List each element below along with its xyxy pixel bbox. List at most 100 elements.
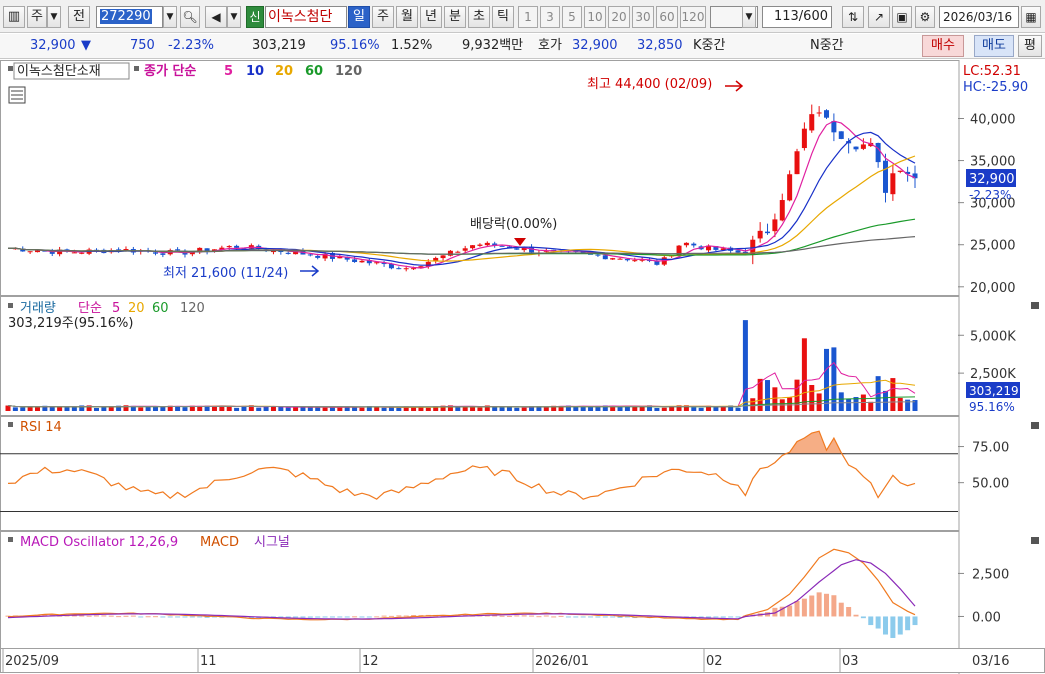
stock-code-input[interactable]: 272290 bbox=[96, 6, 163, 28]
candle-body bbox=[447, 250, 453, 256]
high-annotation: 최고 44,400 (02/09) bbox=[587, 77, 712, 92]
volume-bar bbox=[521, 407, 527, 411]
hoga-label: 호가 bbox=[538, 38, 562, 53]
volume-bar bbox=[101, 407, 107, 411]
candle-body bbox=[654, 261, 660, 265]
calendar-icon[interactable]: ▦ bbox=[1021, 6, 1041, 28]
volume-bar bbox=[300, 407, 306, 411]
line-tool-icon[interactable]: ↗ bbox=[868, 6, 890, 28]
menu-icon[interactable]: ▥ bbox=[3, 6, 25, 28]
interval-dropdown-icon[interactable]: ▼ bbox=[742, 6, 756, 28]
volume-bar bbox=[234, 407, 240, 411]
macd-osc-bar bbox=[366, 616, 372, 618]
macd-osc-bar bbox=[801, 598, 807, 617]
volume-bar bbox=[359, 407, 365, 411]
macd-osc-bar bbox=[890, 616, 896, 638]
eval-button[interactable]: 평 bbox=[1018, 35, 1042, 57]
chart-type-icon[interactable]: ⇅ bbox=[842, 6, 864, 28]
period-button-0[interactable]: 일 bbox=[348, 6, 370, 28]
volume-bar bbox=[772, 387, 778, 411]
sound-dropdown-icon[interactable]: ▼ bbox=[227, 6, 241, 28]
macd-osc-bar bbox=[79, 615, 85, 617]
volume-bar bbox=[573, 407, 579, 411]
stock-name-field[interactable]: 이녹스첨단 bbox=[265, 6, 347, 28]
price-tick-label: 40,000 bbox=[970, 112, 1016, 127]
volume-bar bbox=[270, 406, 276, 411]
jeon-button[interactable]: 전 bbox=[68, 6, 90, 28]
save-icon[interactable]: ▣ bbox=[892, 6, 912, 28]
candle-body bbox=[160, 253, 166, 255]
volume-bar bbox=[256, 407, 262, 411]
volume-bar bbox=[263, 406, 269, 411]
type-selector[interactable]: 주 bbox=[27, 6, 47, 28]
macd-osc-bar bbox=[868, 616, 874, 626]
count-max: /600 bbox=[798, 9, 828, 24]
macd-close-icon bbox=[1031, 537, 1039, 544]
price-tick-label: 25,000 bbox=[970, 239, 1016, 254]
interval-button-5[interactable]: 5 bbox=[562, 6, 582, 28]
interval-button-30[interactable]: 30 bbox=[632, 6, 654, 28]
volume-bar bbox=[293, 406, 299, 411]
macd-osc-bar bbox=[189, 616, 195, 618]
candle-body bbox=[595, 254, 601, 256]
period-button-6[interactable]: 틱 bbox=[492, 6, 514, 28]
stock-chart[interactable]: 20,00025,00030,00035,00040,000이녹스첨단소재 종가 … bbox=[0, 60, 1045, 674]
period-button-4[interactable]: 분 bbox=[444, 6, 466, 28]
macd-osc-bar bbox=[816, 592, 822, 617]
ma-legend-5: 5 bbox=[224, 64, 233, 79]
volume-bar bbox=[765, 380, 771, 411]
volume-bar bbox=[396, 407, 402, 411]
macd-osc-bar bbox=[521, 615, 527, 617]
volume-tick-label: 5,000K bbox=[970, 329, 1016, 344]
sound-icon[interactable]: ◀ bbox=[205, 6, 227, 28]
candle-body bbox=[514, 248, 520, 250]
current-price: 32,900 bbox=[30, 38, 76, 53]
volume-bar bbox=[5, 405, 11, 411]
macd-osc-bar bbox=[344, 616, 350, 618]
code-dropdown-icon[interactable]: ▼ bbox=[163, 6, 177, 28]
period-button-1[interactable]: 주 bbox=[372, 6, 394, 28]
interval-button-10[interactable]: 10 bbox=[584, 6, 606, 28]
interval-button-120[interactable]: 120 bbox=[680, 6, 706, 28]
sell-button[interactable]: 매도 bbox=[974, 35, 1014, 57]
volume-bar bbox=[145, 407, 151, 411]
period-button-3[interactable]: 년 bbox=[420, 6, 442, 28]
candle-body bbox=[411, 268, 417, 270]
interval-button-20[interactable]: 20 bbox=[608, 6, 630, 28]
current-volume-pct: 95.16% bbox=[969, 400, 1015, 414]
candle-body bbox=[735, 250, 741, 253]
volume-bar bbox=[388, 407, 394, 411]
price-change-pct: -2.23% bbox=[168, 38, 214, 53]
candle-body bbox=[396, 268, 402, 270]
hc-label: HC:-25.90 bbox=[963, 80, 1028, 95]
candle-body bbox=[226, 246, 232, 248]
buy-button[interactable]: 매수 bbox=[922, 35, 964, 57]
count-field[interactable]: 113/600 bbox=[762, 6, 832, 28]
candle-body bbox=[610, 258, 616, 260]
chevron-down-icon[interactable]: ▼ bbox=[47, 6, 61, 28]
macd-osc-bar bbox=[706, 616, 712, 618]
search-icon[interactable]: 🔍︎ bbox=[180, 6, 200, 28]
macd-osc-bar bbox=[388, 615, 394, 617]
x-axis-frame bbox=[0, 648, 1045, 673]
macd-osc-bar bbox=[565, 616, 571, 618]
settings-icon[interactable]: ⚙ bbox=[915, 6, 935, 28]
period-button-5[interactable]: 초 bbox=[468, 6, 490, 28]
period-button-2[interactable]: 월 bbox=[396, 6, 418, 28]
volume-ma-legend-5: 5 bbox=[112, 301, 120, 316]
macd-osc-bar bbox=[794, 600, 800, 617]
macd-osc-bar bbox=[897, 616, 903, 635]
date-field[interactable]: 2026/03/16 bbox=[939, 6, 1019, 28]
interval-button-1[interactable]: 1 bbox=[518, 6, 538, 28]
macd-osc-bar bbox=[403, 615, 409, 617]
macd-osc-bar bbox=[160, 616, 166, 618]
candle-body bbox=[175, 249, 181, 251]
interval-button-3[interactable]: 3 bbox=[540, 6, 560, 28]
macd-title: MACD Oscillator 12,26,9 bbox=[20, 535, 178, 550]
interval-button-60[interactable]: 60 bbox=[656, 6, 678, 28]
volume-ma-title: 단순 bbox=[78, 301, 102, 316]
macd-osc-bar bbox=[824, 593, 830, 617]
macd-osc-bar bbox=[108, 615, 114, 617]
volume-bar bbox=[182, 407, 188, 411]
dividend-annotation: 배당락(0.00%) bbox=[470, 217, 557, 232]
